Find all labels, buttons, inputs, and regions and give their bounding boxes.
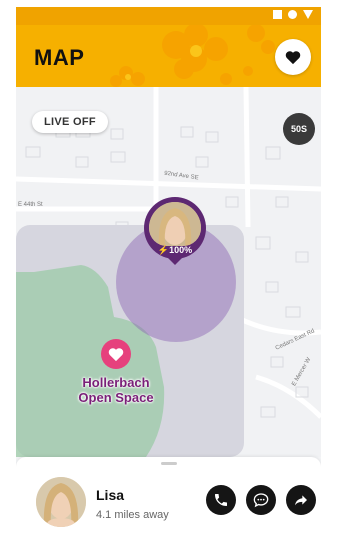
- signal-icon: [273, 10, 282, 19]
- place-label[interactable]: Hollerbach Open Space: [56, 375, 176, 405]
- pin-pointer: [165, 255, 185, 265]
- drag-handle[interactable]: [161, 462, 177, 465]
- contact-location-pin[interactable]: ⚡100%: [144, 197, 206, 259]
- avatar: [36, 477, 86, 527]
- message-button[interactable]: [246, 485, 276, 515]
- place-name-line2: Open Space: [78, 390, 154, 405]
- street-label: E 44th St: [18, 202, 43, 208]
- call-button[interactable]: [206, 485, 236, 515]
- share-arrow-icon: [295, 495, 307, 506]
- phone-icon: [215, 494, 227, 506]
- contact-name: Lisa: [96, 487, 125, 503]
- app-frame: MAP 92nd Ave SE E 44th St Cedars East Rd…: [16, 7, 321, 542]
- page-title: MAP: [34, 45, 85, 70]
- avatar-photo: [149, 202, 201, 246]
- live-toggle-button[interactable]: LIVE OFF: [32, 111, 108, 133]
- heart-icon: [285, 50, 301, 64]
- chat-icon: [253, 493, 269, 508]
- contact-distance: 4.1 miles away: [96, 509, 169, 521]
- place-name-line1: Hollerbach: [82, 375, 150, 390]
- favorites-button[interactable]: [275, 39, 311, 75]
- refresh-timer[interactable]: 50S: [283, 113, 315, 145]
- heart-icon: [108, 347, 124, 361]
- battery-icon: [303, 10, 313, 19]
- place-pin[interactable]: [101, 339, 131, 369]
- contact-sheet[interactable]: Lisa 4.1 miles away: [16, 457, 321, 542]
- wifi-icon: [288, 10, 297, 19]
- app-header: MAP: [16, 25, 321, 87]
- map-view[interactable]: 92nd Ave SE E 44th St Cedars East Rd E M…: [16, 87, 321, 457]
- directions-button[interactable]: [286, 485, 316, 515]
- status-bar: [16, 7, 321, 25]
